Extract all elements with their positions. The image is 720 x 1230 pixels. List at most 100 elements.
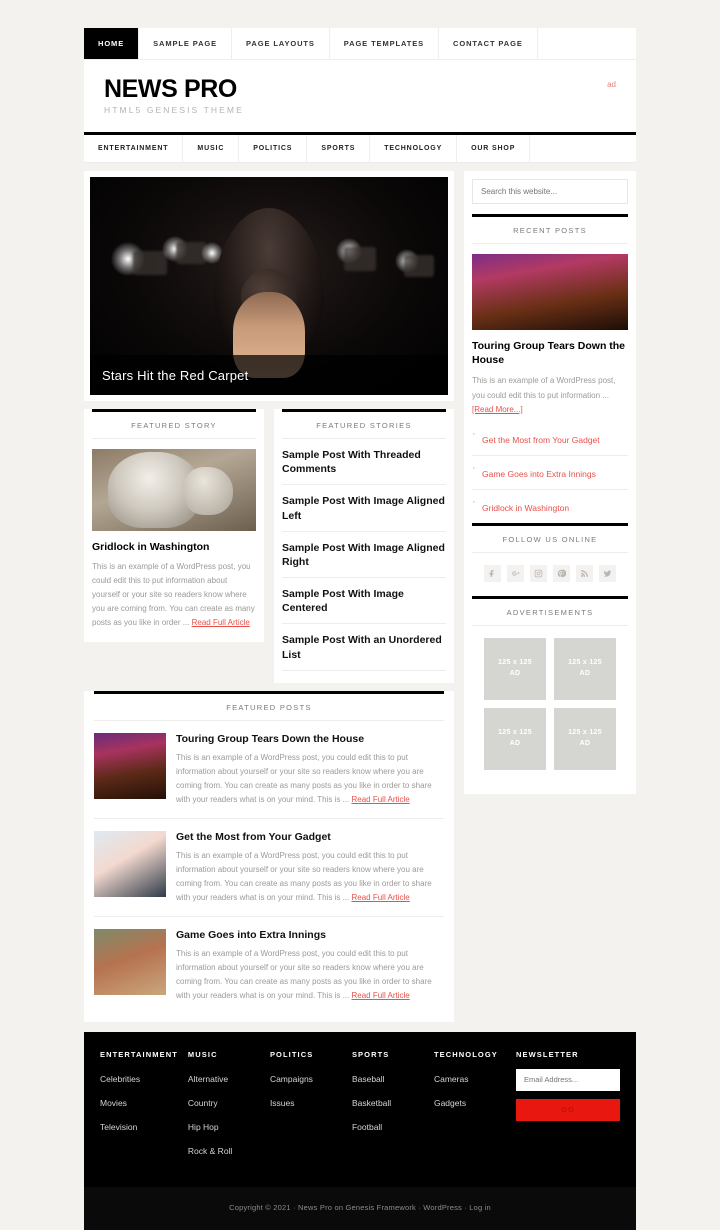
twitter-icon[interactable] [599,564,616,582]
newsletter-submit-button[interactable]: GO [516,1098,620,1121]
site-title[interactable]: NEWS PRO [104,76,616,103]
facebook-icon[interactable] [484,564,501,582]
nav-item-contact-page[interactable]: CONTACT PAGE [439,28,538,59]
footer-widget-heading: MUSIC [187,1049,218,1059]
camera-icon [403,255,434,278]
featured-post-excerpt: This is an example of a WordPress post, … [176,751,444,807]
featured-post-body: Touring Group Tears Down the House This i… [176,733,444,807]
follow-widget-title: FOLLOW US ONLINE [472,522,628,553]
featured-story-link[interactable]: Sample Post With Image Centered [282,587,446,615]
baseball-thumbnail[interactable] [94,928,166,995]
recent-post-link-item: Gridlock in Washington [472,490,628,523]
ad-boxes: 125 x 125 AD 125 x 125 AD 125 x 125 AD 125 x 1… [472,626,628,784]
footer-link-item: Rock & Roll [188,1141,260,1159]
statue-hand-shape [183,467,234,515]
featured-story-read-more[interactable]: Read Full Article [192,618,250,627]
footer-widget-columns: ENTERTAINMENT Celebrities Movies Television… [100,1050,506,1165]
featured-post-title[interactable]: Get the Most from Your Gadget [176,831,444,843]
concert-thumbnail[interactable] [94,732,166,799]
google-plus-icon[interactable] [507,564,524,582]
recent-post-link[interactable]: Game Goes into Extra Innings [482,469,596,479]
footer-link[interactable]: Movies [100,1098,127,1108]
footer-link-item: Football [352,1117,424,1135]
ad-box-label: AD [509,739,521,747]
nav-item-sample-page[interactable]: SAMPLE PAGE [139,28,233,59]
nav-item-page-layouts[interactable]: PAGE LAYOUTS [232,28,330,59]
subnav-item-our-shop[interactable]: OUR SHOP [457,135,531,162]
camera-icon [344,246,377,271]
nav-item-page-templates[interactable]: PAGE TEMPLATES [330,28,440,59]
subnav-item-sports[interactable]: SPORTS [307,135,371,162]
footer-widget-links: Campaigns Issues [270,1069,342,1111]
footer-link[interactable]: Rock & Roll [188,1146,232,1156]
featured-story-link[interactable]: Sample Post With an Unordered List [282,633,446,661]
recent-post-link-item: Get the Most from Your Gadget [472,422,628,456]
footer-link[interactable]: Hip Hop [188,1122,219,1132]
featured-post-title[interactable]: Touring Group Tears Down the House [176,733,444,745]
subnav-item-politics[interactable]: POLITICS [239,135,308,162]
pinterest-icon[interactable] [553,564,570,582]
ad-box[interactable]: 125 x 125 AD [484,637,546,700]
featured-posts-list: Touring Group Tears Down the House This i… [94,721,444,1014]
subnav-item-music[interactable]: MUSIC [183,135,240,162]
footer-link[interactable]: Television [100,1122,137,1132]
footer-widget-sports: SPORTS Baseball Basketball Football [352,1050,424,1165]
ad-box[interactable]: 125 x 125 AD [554,707,616,770]
recent-post-title[interactable]: Touring Group Tears Down the House [472,339,628,367]
footer-link[interactable]: Basketball [352,1098,391,1108]
featured-story-link[interactable]: Sample Post With Threaded Comments [282,448,446,476]
ad-box-size: 125 x 125 [498,659,532,667]
featured-post-read-more[interactable]: Read Full Article [351,991,409,1000]
featured-posts-widget: FEATURED POSTS Touring Group Tears Down … [84,690,454,1022]
primary-navigation: HOME SAMPLE PAGE PAGE LAYOUTS PAGE TEMPLATE… [84,28,636,60]
footer-link[interactable]: Campaigns [270,1074,313,1084]
featured-post-excerpt: This is an example of a WordPress post, … [176,947,444,1003]
subnav-item-technology[interactable]: TECHNOLOGY [370,135,458,162]
featured-post-excerpt: This is an example of a WordPress post, … [176,849,444,905]
footer-link[interactable]: Alternative [188,1074,228,1084]
featured-story-image[interactable] [92,449,256,531]
recent-post-read-more[interactable]: [Read More...] [472,405,523,414]
footer-link[interactable]: Gadgets [434,1098,466,1108]
instagram-icon[interactable] [530,564,547,582]
hero-caption: Stars Hit the Red Carpet [90,355,448,395]
recent-post-image[interactable] [472,254,628,330]
featured-post-read-more[interactable]: Read Full Article [351,795,409,804]
nav-item-home[interactable]: HOME [84,28,140,59]
search-box[interactable] [472,179,628,204]
featured-post-read-more[interactable]: Read Full Article [351,893,409,902]
recent-post-link[interactable]: Gridlock in Washington [482,503,569,513]
hero-slider[interactable]: Stars Hit the Red Carpet [84,171,454,401]
recent-posts-links: Get the Most from Your Gadget Game Goes i… [472,422,628,523]
featured-story-link[interactable]: Sample Post With Image Aligned Left [282,494,446,522]
header-ad-label[interactable]: ad [607,80,616,89]
footer-link[interactable]: Baseball [352,1074,385,1084]
featured-story-item: Sample Post With Image Centered [282,578,446,625]
gadget-thumbnail[interactable] [94,830,166,897]
rss-icon[interactable] [576,564,593,582]
footer-link[interactable]: Issues [270,1098,295,1108]
footer-link[interactable]: Celebrities [100,1074,140,1084]
footer-link[interactable]: Football [352,1122,382,1132]
subnav-item-entertainment[interactable]: ENTERTAINMENT [84,135,184,162]
ad-box[interactable]: 125 x 125 AD [554,637,616,700]
featured-story-item: Sample Post With an Unordered List [282,624,446,671]
recent-post-link[interactable]: Get the Most from Your Gadget [482,435,600,445]
featured-story-link[interactable]: Sample Post With Image Aligned Right [282,541,446,569]
footer-widget-heading: SPORTS [351,1049,390,1059]
secondary-nav-items: ENTERTAINMENT MUSIC POLITICS SPORTS TECHNOLO… [84,135,636,162]
camera-icon [132,251,167,276]
footer-link[interactable]: Cameras [434,1074,468,1084]
recent-posts-widget: RECENT POSTS Touring Group Tears Down th… [464,214,636,523]
featured-story-title[interactable]: Gridlock in Washington [92,541,256,553]
footer-widget-technology: TECHNOLOGY Cameras Gadgets [434,1050,506,1165]
search-input[interactable] [481,187,619,196]
footer-widget-music: MUSIC Alternative Country Hip Hop Rock & Rol… [188,1050,260,1165]
featured-post-title[interactable]: Game Goes into Extra Innings [176,929,444,941]
featured-story-item: Sample Post With Image Aligned Left [282,485,446,532]
featured-post-item: Get the Most from Your Gadget This is an … [94,819,444,917]
ad-box[interactable]: 125 x 125 AD [484,707,546,770]
newsletter-email-input[interactable] [524,1075,612,1085]
footer-link[interactable]: Country [188,1098,218,1108]
newsletter-input-wrap[interactable] [516,1068,620,1091]
